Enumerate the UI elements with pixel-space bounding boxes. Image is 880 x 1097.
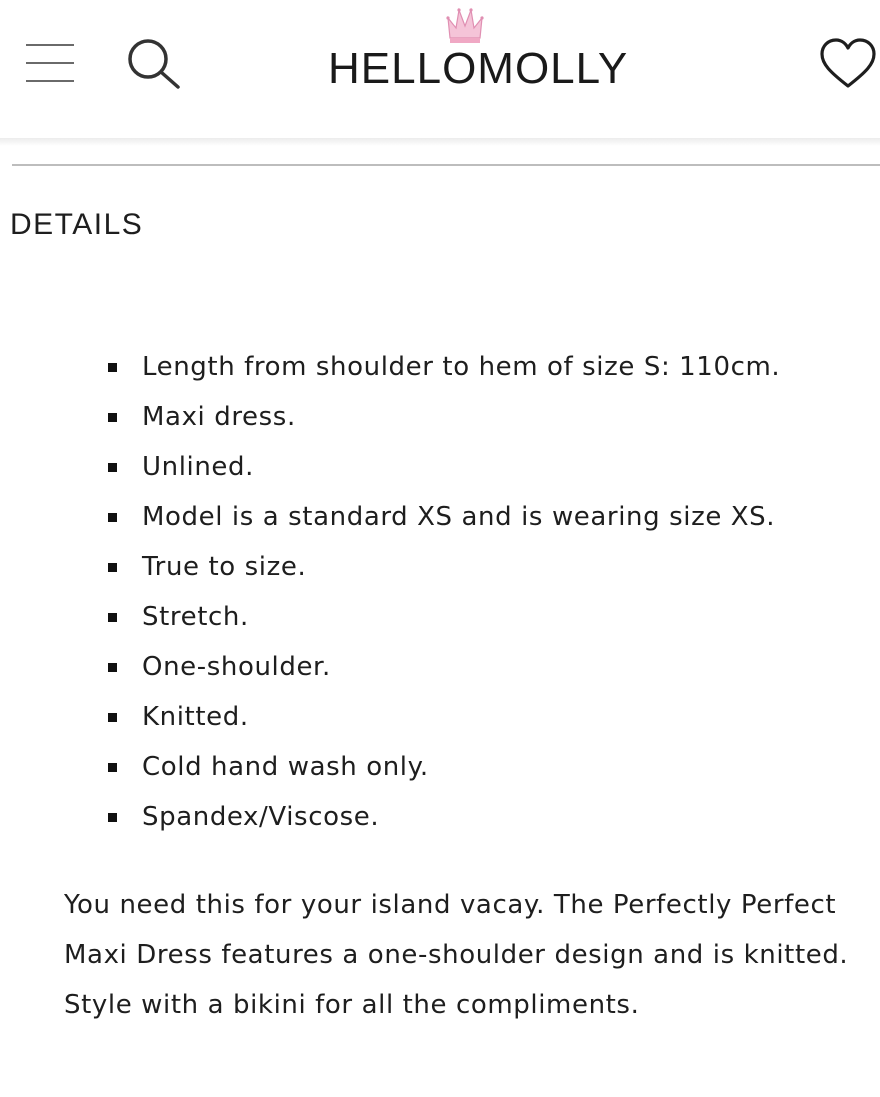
details-list: Length from shoulder to hem of size S: 1…	[104, 342, 880, 842]
section-divider	[12, 164, 880, 166]
bullet-icon	[108, 763, 117, 772]
bullet-icon	[108, 613, 117, 622]
list-item-text: Stretch.	[142, 602, 249, 632]
list-item-text: Length from shoulder to hem of size S: 1…	[142, 352, 781, 382]
site-header: HELLOMOLLY	[0, 0, 880, 140]
list-item: Cold hand wash only.	[104, 742, 880, 792]
list-item: One-shoulder.	[104, 642, 880, 692]
wishlist-button[interactable]	[816, 34, 880, 94]
header-shadow	[0, 138, 880, 146]
list-item: Model is a standard XS and is wearing si…	[104, 492, 880, 542]
bullet-icon	[108, 363, 117, 372]
details-heading: DETAILS	[10, 208, 144, 241]
bullet-icon	[108, 513, 117, 522]
heart-icon	[820, 38, 876, 88]
product-description: You need this for your island vacay. The…	[64, 890, 849, 1020]
bullet-icon	[108, 563, 117, 572]
list-item: True to size.	[104, 542, 880, 592]
list-item: Maxi dress.	[104, 392, 880, 442]
list-item: Length from shoulder to hem of size S: 1…	[104, 342, 880, 392]
list-item: Spandex/Viscose.	[104, 792, 880, 842]
bullet-icon	[108, 463, 117, 472]
list-item: Unlined.	[104, 442, 880, 492]
list-item-text: Unlined.	[142, 452, 254, 482]
bullet-icon	[108, 713, 117, 722]
search-icon	[128, 39, 180, 89]
list-item-text: Maxi dress.	[142, 402, 296, 432]
list-item: Knitted.	[104, 692, 880, 742]
list-item: Stretch.	[104, 592, 880, 642]
bullet-icon	[108, 813, 117, 822]
list-item-text: One-shoulder.	[142, 652, 331, 682]
list-item-text: Knitted.	[142, 702, 249, 732]
bullet-icon	[108, 663, 117, 672]
list-item-text: Spandex/Viscose.	[142, 802, 380, 832]
menu-button[interactable]	[26, 42, 76, 84]
search-button[interactable]	[124, 36, 184, 92]
list-item-text: True to size.	[142, 552, 307, 582]
list-item-text: Model is a standard XS and is wearing si…	[142, 502, 776, 532]
bullet-icon	[108, 413, 117, 422]
site-logo[interactable]: HELLOMOLLY	[328, 44, 648, 94]
list-item-text: Cold hand wash only.	[142, 752, 429, 782]
